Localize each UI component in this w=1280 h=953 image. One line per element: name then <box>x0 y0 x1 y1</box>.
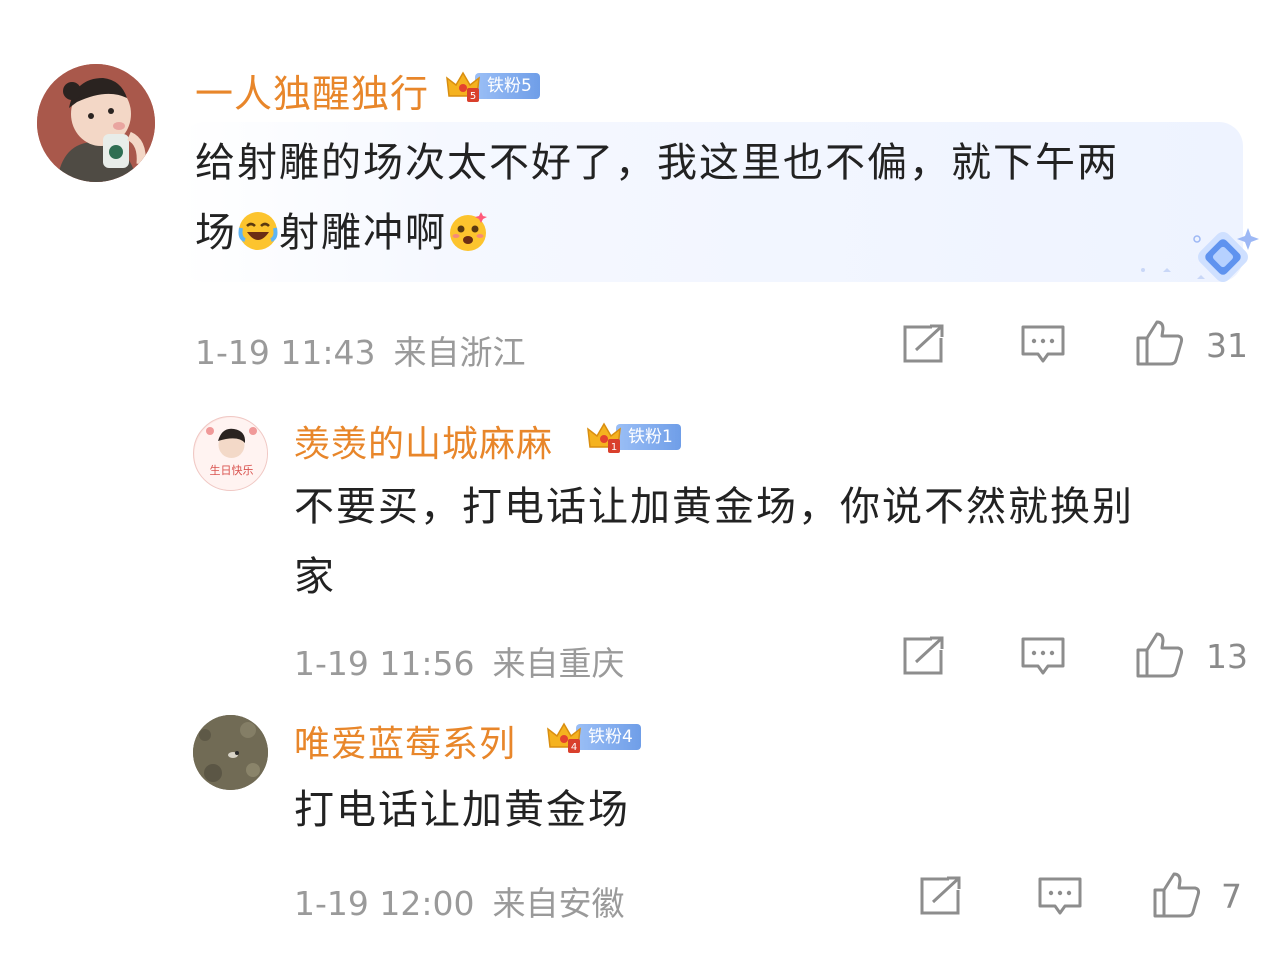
share-icon[interactable] <box>919 876 963 916</box>
comment-text: 不要买，打电话让加黄金场，你说不然就换别 家 <box>294 472 1244 612</box>
svg-text:1: 1 <box>611 442 617 453</box>
share-icon[interactable] <box>902 324 946 364</box>
commenter-name[interactable]: 一人独醒独行 <box>195 63 429 118</box>
comment-icon[interactable] <box>1020 324 1066 366</box>
thumbs-up-icon[interactable] <box>1152 871 1202 919</box>
fan-badge-label: 铁粉4 <box>576 724 641 750</box>
avatar[interactable]: 生日快乐 <box>193 416 268 491</box>
fan-badge[interactable]: 1 铁粉1 <box>586 422 681 453</box>
comment-text: 打电话让加黄金场 <box>294 775 1244 845</box>
fan-badge-label: 铁粉5 <box>475 73 540 99</box>
crown-icon: 5 <box>446 71 480 102</box>
thumbs-up-icon[interactable] <box>1135 319 1185 367</box>
like-count: 7 <box>1221 877 1242 916</box>
avatar-caption: 生日快乐 <box>210 463 254 477</box>
comment-time: 1-19 12:00 <box>294 884 475 923</box>
fan-badge-label: 铁粉1 <box>616 424 681 450</box>
fan-badge[interactable]: 4 铁粉4 <box>546 722 641 753</box>
comment-meta: 1-19 12:00 来自安徽 <box>294 877 625 925</box>
comment-time: 1-19 11:56 <box>294 644 475 683</box>
share-icon[interactable] <box>902 636 946 676</box>
cartoon-girl-avatar-image <box>37 64 155 182</box>
comment-location: 来自重庆 <box>492 644 625 683</box>
comment-text: 给射雕的场次太不好了，我这里也不偏，就下午两 场 射雕冲啊 <box>195 128 1235 268</box>
commenter-name[interactable]: 唯爱蓝莓系列 <box>294 715 516 767</box>
svg-text:4: 4 <box>571 742 577 753</box>
comment-icon[interactable] <box>1020 636 1066 678</box>
comment-location: 来自安徽 <box>492 884 625 923</box>
comment-line: 给射雕的场次太不好了，我这里也不偏，就下午两 <box>195 140 1119 186</box>
comment-text-part: 场 <box>195 210 237 256</box>
comment-text-part: 射雕冲啊 <box>279 210 447 256</box>
comment-meta: 1-19 11:43 来自浙江 <box>195 326 526 374</box>
svg-text:5: 5 <box>470 91 476 102</box>
crown-icon: 4 <box>547 722 581 753</box>
laugh-cry-emoji <box>238 212 278 250</box>
birthday-avatar-image: 生日快乐 <box>194 417 267 490</box>
bird-on-grass-avatar-image <box>193 715 268 790</box>
comment-line: 不要买，打电话让加黄金场，你说不然就换别 <box>294 484 1134 530</box>
crown-icon: 1 <box>587 422 621 453</box>
comment-line: 家 <box>294 554 336 600</box>
thumbs-up-icon[interactable] <box>1135 631 1185 679</box>
comment-icon[interactable] <box>1037 876 1083 918</box>
comment-meta: 1-19 11:56 来自重庆 <box>294 637 625 685</box>
comment-line: 打电话让加黄金场 <box>294 787 630 833</box>
avatar[interactable] <box>193 715 268 790</box>
like-count: 13 <box>1206 637 1248 676</box>
excited-emoji <box>450 212 487 251</box>
comment-line: 场 射雕冲啊 <box>195 198 1235 268</box>
commenter-name[interactable]: 羡羡的山城麻麻 <box>294 415 553 467</box>
avatar[interactable] <box>37 64 155 182</box>
comment-time: 1-19 11:43 <box>195 333 376 372</box>
fan-badge[interactable]: 5 铁粉5 <box>445 71 540 102</box>
like-count: 31 <box>1206 326 1248 365</box>
comment-location: 来自浙江 <box>393 333 526 372</box>
